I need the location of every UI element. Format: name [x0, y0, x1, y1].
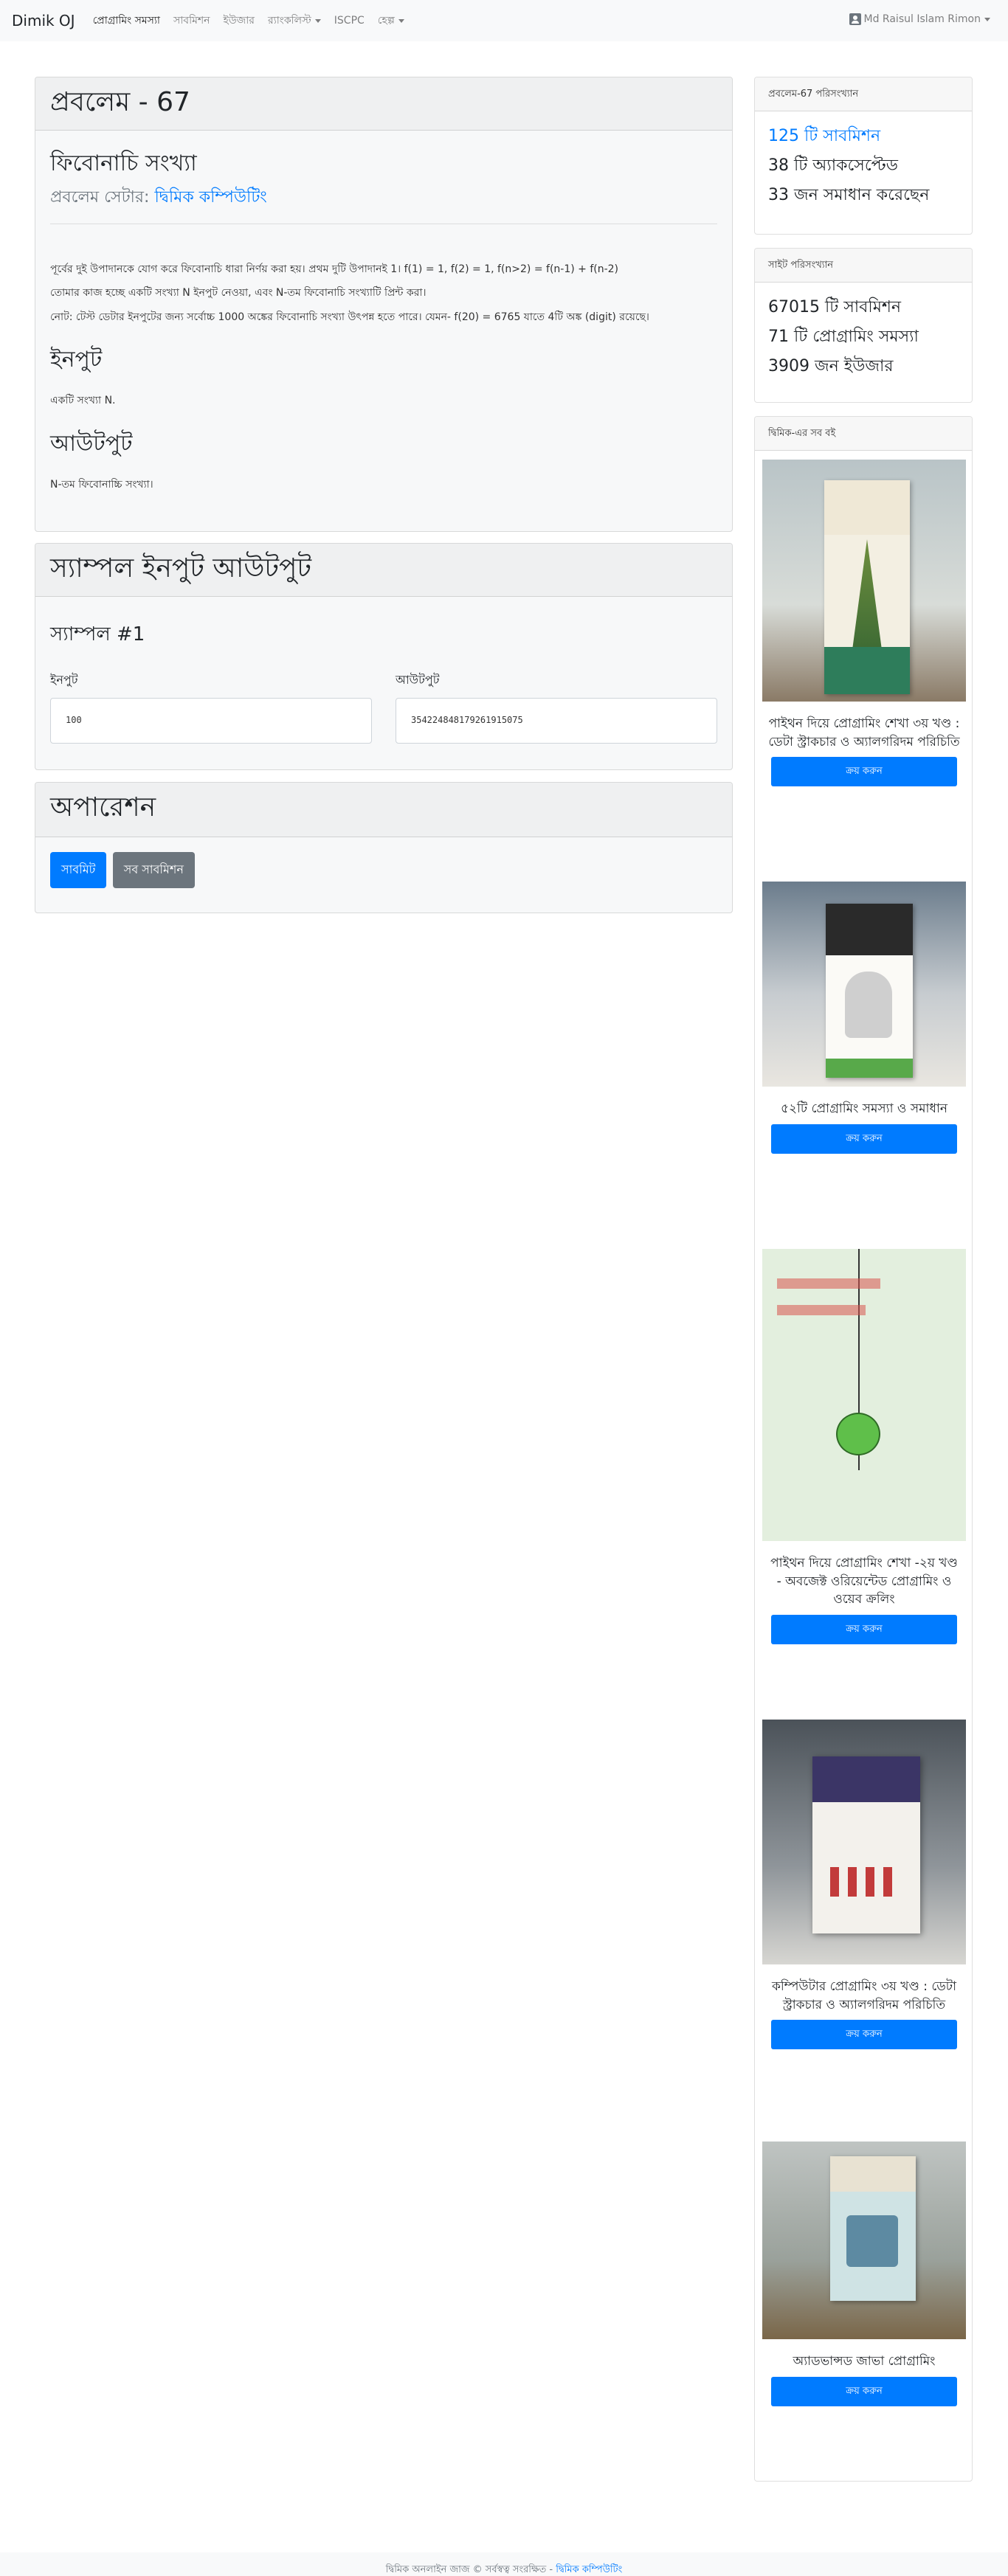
nav-help-dropdown[interactable]: হেল্প [378, 12, 404, 30]
nav-links: প্রোগ্রামিং সমস্যা সাবমিশন ইউজার র‍্যাংক… [93, 12, 404, 30]
sample-io-header: স্যাম্পল ইনপুট আউটপুট [35, 544, 732, 597]
book-cover-art [826, 904, 913, 1078]
site-problems-count: 71 টি প্রোগ্রামিং সমস্যা [768, 328, 919, 346]
book-item: অ্যাডভান্সড জাভা প্রোগ্রামিং ক্রয় করুন [755, 2142, 972, 2406]
problem-description-2: তোমার কাজ হচ্ছে একটি সংখ্যা N ইনপুট নেওয… [50, 287, 427, 300]
sample-input-column: ইনপুট 100 [50, 671, 372, 744]
nav-users[interactable]: ইউজার [224, 12, 255, 30]
operations-body: সাবমিট সব সাবমিশন [35, 837, 732, 900]
problem-stats-body: 125 টি সাবমিশন 38 টি অ্যাকসেপ্টেড 33 জন … [755, 111, 972, 221]
problem-setter: প্রবলেম সেটার: দ্বিমিক কম্পিউটিং [50, 184, 717, 212]
book-title: পাইথন দিয়ে প্রোগ্রামিং শেখা ৩য় খণ্ড : … [768, 716, 960, 749]
sample-io-body: স্যাম্পল #1 ইনপুট 100 আউটপুট 35422484817… [35, 597, 732, 755]
buy-button[interactable]: ক্রয় করুন [771, 1614, 957, 1644]
problem-accepted-count: 38 টি অ্যাকসেপ্টেড [768, 156, 898, 175]
nav-iscpc[interactable]: ISCPC [334, 15, 365, 27]
book-title: অ্যাডভান্সড জাভা প্রোগ্রামিং [793, 2354, 936, 2369]
problem-card: প্রবলেম - 67 ফিবোনাচি সংখ্যা প্রবলেম সেট… [35, 77, 733, 532]
book-title: কম্পিউটার প্রোগ্রামিং ৩য় খণ্ড : ডেটা স্… [771, 1979, 957, 2012]
page-footer: দ্বিমিক অনলাইন জাজ © সর্বস্বত্ব সংরক্ষিত… [0, 2552, 1008, 2576]
buy-button[interactable]: ক্রয় করুন [771, 2376, 957, 2406]
book-cover-image[interactable] [762, 882, 966, 1087]
book-item: কম্পিউটার প্রোগ্রামিং ৩য় খণ্ড : ডেটা স্… [755, 1720, 972, 2050]
nav-problems[interactable]: প্রোগ্রামিং সমস্যা [93, 12, 160, 30]
setter-label: প্রবলেম সেটার: [50, 188, 150, 207]
setter-link[interactable]: দ্বিমিক কম্পিউটিং [154, 188, 266, 207]
brand-logo[interactable]: Dimik OJ [12, 12, 75, 30]
problem-description-1: পূর্বের দুই উপাদানকে যোগ করে ফিবোনাচি ধা… [50, 263, 619, 275]
problem-stats-header: প্রবলেম-67 পরিসংখ্যান [755, 77, 972, 111]
all-submissions-button[interactable]: সব সাবমিশন [112, 852, 195, 888]
book-cover-art [830, 2156, 916, 2301]
input-heading: ইনপুট [50, 347, 103, 373]
input-description: একটি সংখ্যা N. [50, 395, 116, 407]
operations-heading: অপারেশন [50, 792, 156, 823]
book-cover-image[interactable] [762, 1249, 966, 1541]
problem-card-header: প্রবলেম - 67 [35, 77, 732, 131]
site-stats-header: সাইট পরিসংখ্যান [755, 249, 972, 283]
book-cover-image[interactable] [762, 460, 966, 702]
user-name: Md Raisul Islam Rimon [863, 13, 981, 25]
sample-output-box[interactable]: 354224848179261915075 [396, 698, 717, 744]
output-description: N-তম ফিবোনাচ্চি সংখ্যা। [50, 478, 153, 491]
site-stats-body: 67015 টি সাবমিশন 71 টি প্রোগ্রামিং সমস্য… [755, 283, 972, 392]
problem-description-3: নোট: টেস্ট ডেটার ইনপুটের জন্য সর্বোচ্চ 1… [50, 311, 649, 323]
problem-card-body: ফিবোনাচি সংখ্যা প্রবলেম সেটার: দ্বিমিক ক… [35, 131, 732, 512]
user-menu-dropdown[interactable]: Md Raisul Islam Rimon [849, 13, 990, 25]
book-cover-art [824, 480, 910, 694]
books-card: দ্বিমিক-এর সব বই পাইথন দিয়ে প্রোগ্রামিং… [754, 416, 973, 2482]
submit-button[interactable]: সাবমিট [50, 852, 107, 888]
book-title: পাইথন দিয়ে প্রোগ্রামিং শেখা -২য় খণ্ড -… [770, 1556, 958, 1607]
footer-text: দ্বিমিক অনলাইন জাজ © সর্বস্বত্ব সংরক্ষিত… [385, 2564, 553, 2575]
sample-output-label: আউটপুট [396, 673, 440, 687]
nav-ranklist-label: র‍্যাংকলিস্ট [267, 15, 311, 27]
problem-stats-card: প্রবলেম-67 পরিসংখ্যান 125 টি সাবমিশন 38 … [754, 77, 973, 235]
sample-input-label: ইনপুট [50, 673, 78, 687]
operations-card: অপারেশন সাবমিট সব সাবমিশন [35, 782, 733, 913]
problem-solved-count: 33 জন সমাধান করেছেন [768, 186, 930, 204]
nav-help-label: হেল্প [377, 15, 395, 27]
sample-io-card: স্যাম্পল ইনপুট আউটপুট স্যাম্পল #1 ইনপুট … [35, 543, 733, 770]
book-title: ৫২টি প্রোগ্রামিং সমস্যা ও সমাধান [780, 1101, 948, 1116]
chevron-down-icon [398, 18, 404, 23]
output-heading: আউটপুট [50, 430, 133, 457]
footer-link[interactable]: দ্বিমিক কম্পিউটিং [556, 2564, 622, 2575]
book-cover-image[interactable] [762, 2142, 966, 2339]
sample-title: স্যাম্পল #1 [50, 623, 145, 645]
buy-button[interactable]: ক্রয় করুন [771, 2020, 957, 2050]
problem-title: ফিবোনাচি সংখ্যা [50, 150, 197, 176]
chevron-down-icon [314, 18, 321, 23]
book-cover-image[interactable] [762, 1720, 966, 1964]
book-cover-art [812, 1756, 920, 1933]
buy-button[interactable]: ক্রয় করুন [771, 1123, 957, 1154]
sample-input-box[interactable]: 100 [50, 698, 372, 744]
top-navbar: Dimik OJ প্রোগ্রামিং সমস্যা সাবমিশন ইউজা… [0, 0, 1008, 41]
sample-io-row: ইনপুট 100 আউটপুট 354224848179261915075 [50, 671, 717, 744]
problem-submissions-link[interactable]: 125 টি সাবমিশন [768, 122, 959, 151]
nav-submissions[interactable]: সাবমিশন [173, 12, 210, 30]
buy-button[interactable]: ক্রয় করুন [771, 757, 957, 787]
spider-illustration [836, 1413, 880, 1455]
sample-output-column: আউটপুট 354224848179261915075 [396, 671, 717, 744]
sample-io-heading: স্যাম্পল ইনপুট আউটপুট [50, 553, 312, 584]
operations-header: অপারেশন [35, 783, 732, 837]
book-item: পাইথন দিয়ে প্রোগ্রামিং শেখা -২য় খণ্ড -… [755, 1249, 972, 1644]
site-submissions-count: 67015 টি সাবমিশন [768, 298, 902, 316]
site-stats-card: সাইট পরিসংখ্যান 67015 টি সাবমিশন 71 টি প… [754, 248, 973, 403]
user-icon [849, 13, 861, 25]
site-users-count: 3909 জন ইউজার [768, 357, 894, 375]
book-item: ৫২টি প্রোগ্রামিং সমস্যা ও সমাধান ক্রয় ক… [755, 882, 972, 1154]
book-item: পাইথন দিয়ে প্রোগ্রামিং শেখা ৩য় খণ্ড : … [755, 460, 972, 787]
books-header: দ্বিমিক-এর সব বই [755, 417, 972, 451]
problem-number-heading: প্রবলেম - 67 [50, 87, 190, 117]
nav-ranklist-dropdown[interactable]: র‍্যাংকলিস্ট [268, 12, 321, 30]
chevron-down-icon [984, 17, 990, 21]
